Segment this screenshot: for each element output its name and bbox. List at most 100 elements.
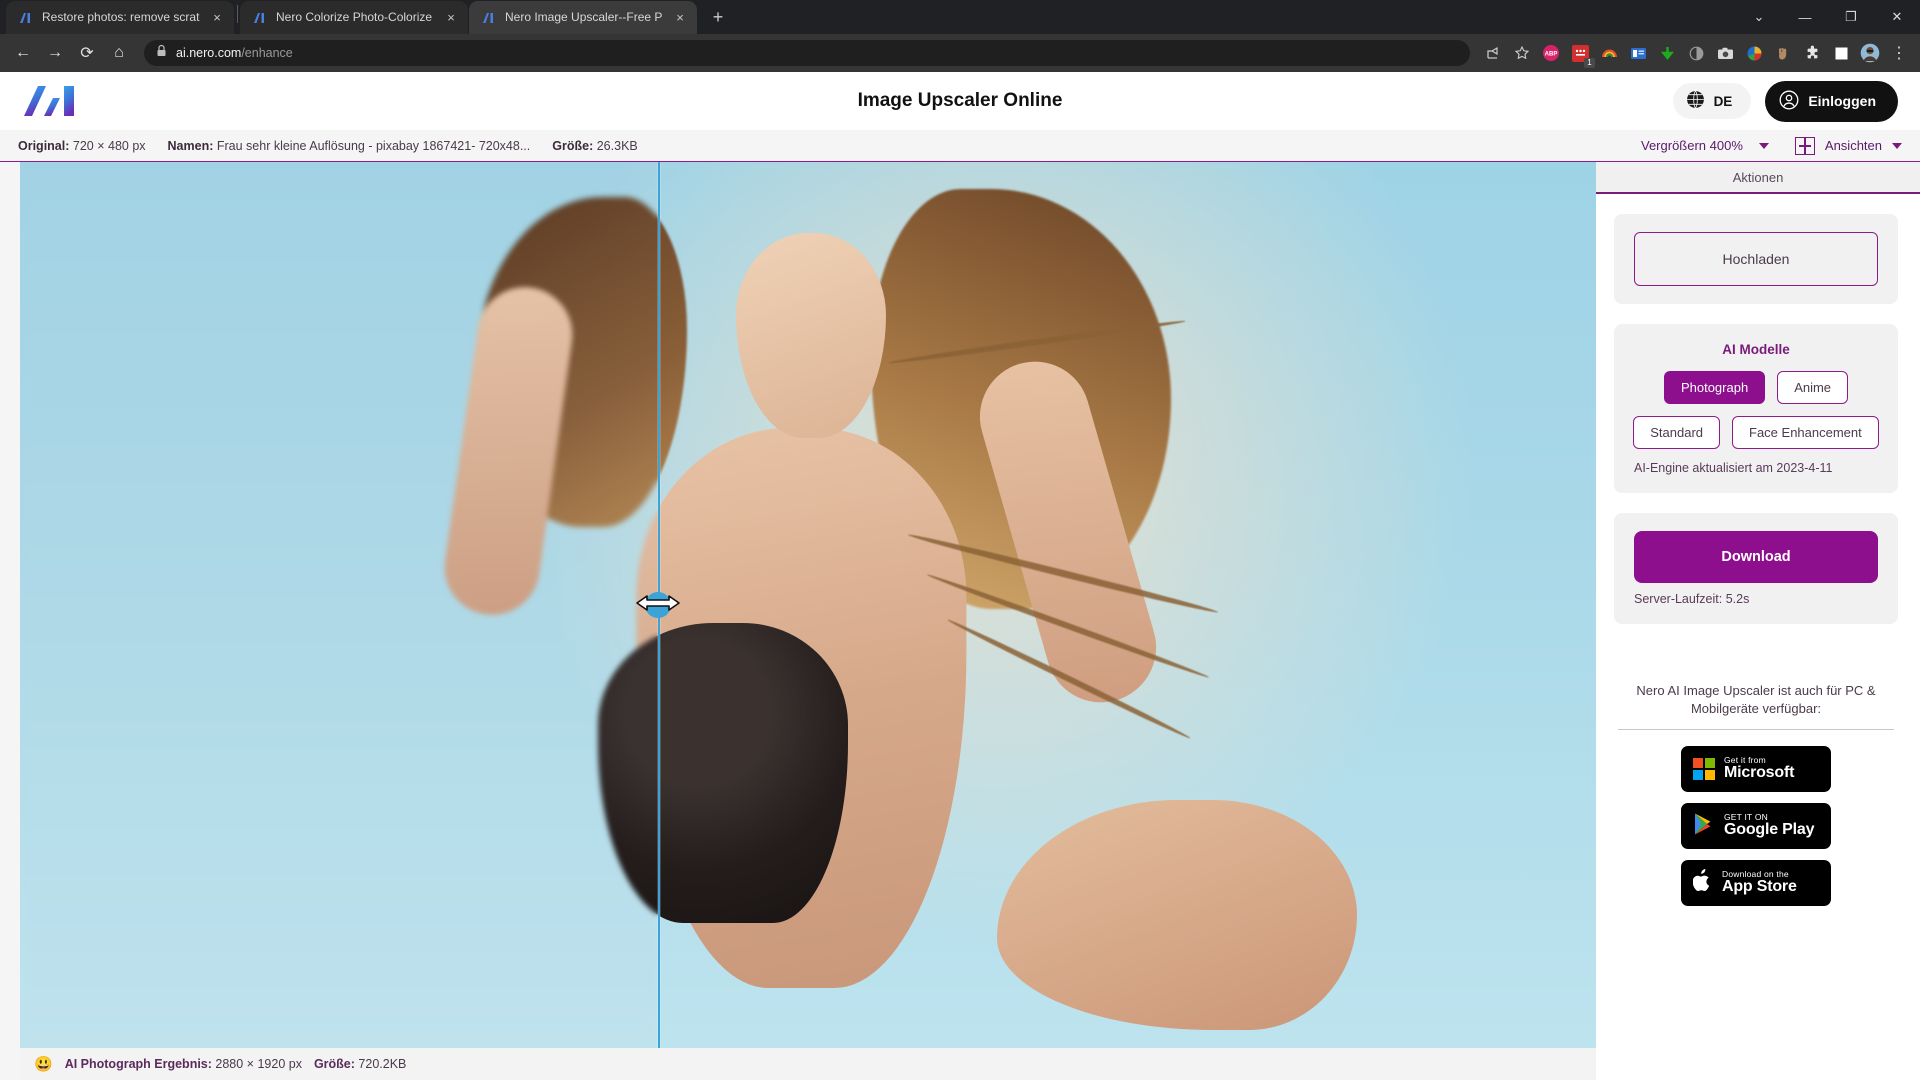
minimize-icon[interactable]: — (1782, 0, 1828, 34)
store-badges: Get it from Microsoft GET IT ON Google P… (1614, 746, 1898, 907)
result-size-label: Größe: (313, 1057, 355, 1071)
tab-title: Nero Image Upscaler--Free Photo (505, 10, 663, 24)
result-size-value: 720.2KB (358, 1057, 407, 1071)
bookmark-star-icon[interactable] (1509, 40, 1535, 66)
google-play-badge[interactable]: GET IT ON Google Play (1681, 803, 1831, 850)
drag-arrows-icon (621, 590, 695, 621)
upload-button[interactable]: Hochladen (1634, 232, 1878, 286)
padlock-icon (156, 44, 167, 62)
download-button[interactable]: Download (1634, 531, 1878, 583)
filename-info: Namen: Frau sehr kleine Auflösung - pixa… (168, 139, 531, 153)
reload-icon[interactable]: ⟳ (72, 38, 102, 68)
model-chip-face-enhancement[interactable]: Face Enhancement (1732, 416, 1879, 449)
adblock-plus-icon[interactable]: ABP (1538, 40, 1564, 66)
split-view-icon (1794, 136, 1815, 155)
url-path: /enhance (241, 46, 293, 60)
blue-card-extension-icon[interactable] (1625, 40, 1651, 66)
chevron-down-icon[interactable]: ⌄ (1736, 0, 1782, 34)
badge-line2: App Store (1722, 878, 1797, 896)
main-area: 😃 AI Photograph Ergebnis: 2880 × 1920 px… (0, 162, 1920, 1080)
badge-text: Get it from Microsoft (1724, 756, 1794, 782)
toolbar-icons: ABP 1 ⋮ (1480, 40, 1912, 68)
model-chip-photograph[interactable]: Photograph (1663, 371, 1766, 404)
hand-extension-icon[interactable] (1770, 40, 1796, 66)
page-title: Image Upscaler Online (857, 90, 1063, 111)
size-label: Größe: (552, 138, 594, 153)
chevron-down-icon (1758, 142, 1769, 149)
tab-close-icon[interactable]: × (208, 9, 226, 27)
engine-update-note: AI-Engine aktualisiert am 2023-4-11 (1634, 461, 1833, 475)
app-promo-section: Nero AI Image Upscaler ist auch für PC &… (1614, 682, 1898, 907)
browser-toolbar: ← → ⟳ ⌂ ai.nero.com/enhance ABP 1 ⋮ (0, 34, 1920, 72)
svg-text:ABP: ABP (1545, 52, 1558, 58)
name-value: Frau sehr kleine Auflösung - pixabay 186… (216, 138, 531, 153)
tab-strip: Restore photos: remove scratche × Nero C… (0, 0, 1920, 34)
home-icon[interactable]: ⌂ (104, 38, 134, 68)
red-extension-icon[interactable]: 1 (1567, 40, 1595, 68)
tab-close-icon[interactable]: × (671, 9, 689, 27)
login-button[interactable]: Einloggen (1765, 80, 1898, 122)
color-wheel-icon[interactable] (1741, 40, 1767, 66)
model-chip-standard[interactable]: Standard (1633, 416, 1721, 449)
profile-avatar-icon[interactable] (1857, 40, 1883, 66)
zoom-dropdown[interactable]: Vergrößern 400% (1641, 138, 1769, 153)
views-dropdown[interactable]: Ansichten (1794, 136, 1902, 155)
image-compare-canvas[interactable]: 😃 AI Photograph Ergebnis: 2880 × 1920 px… (0, 162, 1596, 1080)
ai-models-title: AI Modelle (1722, 342, 1790, 357)
divider (1618, 729, 1894, 731)
url-text: ai.nero.com/enhance (176, 46, 293, 60)
badge-text: Download on the App Store (1722, 870, 1797, 896)
nero-ai-icon (18, 10, 34, 26)
globe-icon (1686, 90, 1705, 112)
rainbow-extension-icon[interactable] (1596, 40, 1622, 66)
language-selector[interactable]: DE (1672, 83, 1752, 119)
chevron-down-icon (1892, 142, 1902, 149)
site-header: Image Upscaler Online DE Einloggen (0, 72, 1920, 130)
tab-close-icon[interactable]: × (442, 9, 460, 27)
microsoft-store-badge[interactable]: Get it from Microsoft (1681, 746, 1831, 793)
share-icon[interactable] (1480, 40, 1506, 66)
chrome-menu-icon[interactable]: ⋮ (1886, 40, 1912, 66)
result-label: AI Photograph Ergebnis: (64, 1057, 212, 1071)
dark-reader-icon[interactable] (1683, 40, 1709, 66)
white-square-icon[interactable] (1828, 40, 1854, 66)
sidebar-header: Aktionen (1596, 162, 1920, 194)
microsoft-logo-icon (1693, 758, 1715, 781)
decorative-leg (997, 799, 1358, 1030)
decorative-head (736, 232, 886, 438)
promo-text: Nero AI Image Upscaler ist auch für PC &… (1636, 683, 1876, 716)
result-size-info: Größe: 720.2KB (314, 1057, 406, 1071)
model-chip-anime[interactable]: Anime (1777, 371, 1849, 404)
web-page: Image Upscaler Online DE Einloggen Origi… (0, 72, 1920, 1080)
forward-icon[interactable]: → (40, 38, 70, 68)
preview-image (20, 162, 1596, 1048)
maximize-icon[interactable]: ❐ (1828, 0, 1874, 34)
green-download-arrow-icon[interactable] (1654, 40, 1680, 66)
address-bar[interactable]: ai.nero.com/enhance (144, 40, 1470, 66)
size-info: Größe: 26.3KB (552, 139, 637, 153)
app-store-badge[interactable]: Download on the App Store (1681, 860, 1831, 907)
image-info-bar: Original: 720 × 480 px Namen: Frau sehr … (0, 130, 1920, 162)
browser-tab-2[interactable]: Nero Colorize Photo-Colorize Yo × (240, 1, 468, 34)
compare-slider-handle[interactable] (620, 590, 696, 620)
screenshot-camera-icon[interactable] (1712, 40, 1738, 66)
badge-line2: Microsoft (1724, 764, 1795, 782)
browser-window: Restore photos: remove scratche × Nero C… (0, 0, 1920, 1080)
puzzle-extensions-icon[interactable] (1799, 40, 1825, 66)
viewer-controls: Vergrößern 400% Ansichten (1641, 136, 1902, 155)
new-tab-button[interactable]: + (704, 3, 732, 31)
download-card: Download Server-Laufzeit: 5.2s (1614, 513, 1898, 624)
size-value: 26.3KB (596, 138, 638, 153)
actions-sidebar: Aktionen Hochladen AI Modelle Photograph… (1596, 162, 1920, 1080)
close-window-icon[interactable]: ✕ (1874, 0, 1920, 34)
browser-tab-3-active[interactable]: Nero Image Upscaler--Free Photo × (469, 1, 697, 34)
browser-tab-1[interactable]: Restore photos: remove scratche × (6, 1, 234, 34)
zoom-label: Vergrößern 400% (1641, 138, 1743, 153)
login-label: Einloggen (1808, 93, 1876, 109)
views-label: Ansichten (1824, 138, 1882, 153)
nero-ai-logo[interactable] (22, 84, 80, 118)
upload-card: Hochladen (1614, 214, 1898, 304)
back-icon[interactable]: ← (8, 38, 38, 68)
server-runtime-label: Server-Laufzeit: 5.2s (1634, 592, 1750, 606)
original-label: Original: (18, 138, 70, 153)
